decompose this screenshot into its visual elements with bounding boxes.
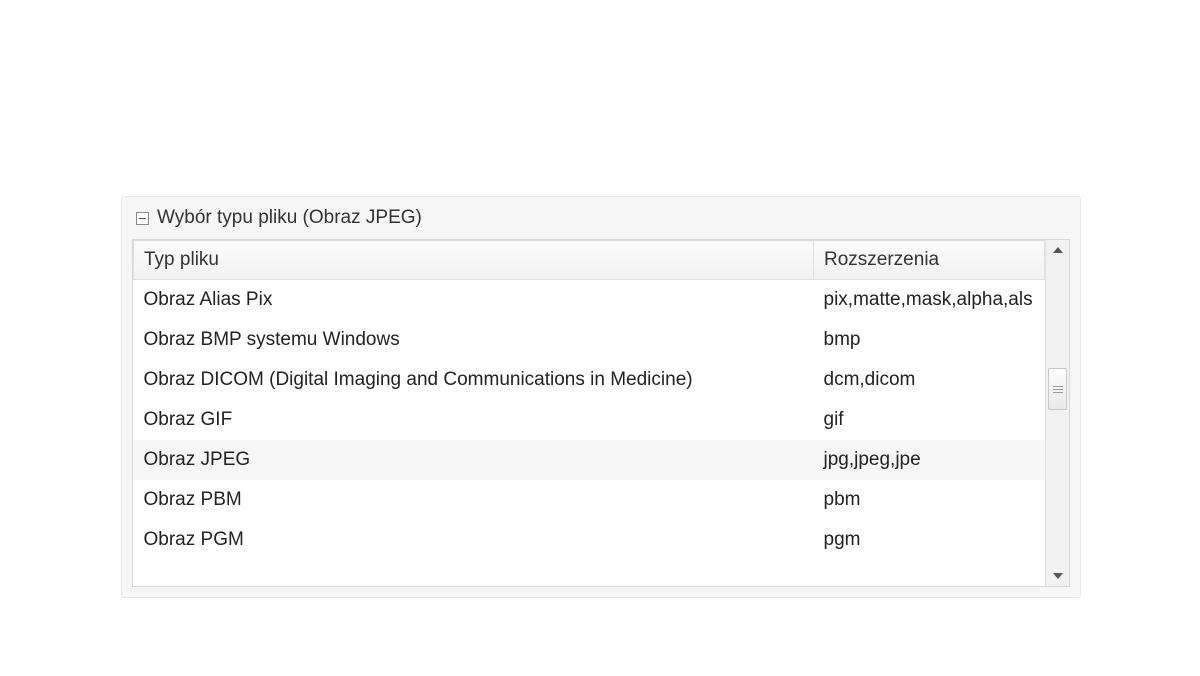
cell-type: Obraz PGM (134, 520, 814, 560)
cell-type: Obraz Alias Pix (134, 280, 814, 321)
cell-type: Obraz BMP systemu Windows (134, 320, 814, 360)
table-row[interactable]: Obraz PGMpgm (134, 520, 1045, 560)
scroll-down-button[interactable] (1046, 566, 1069, 586)
cell-ext: dcm,dicom (814, 360, 1045, 400)
chevron-down-icon (1053, 573, 1063, 579)
cell-ext: pix,matte,mask,alpha,als (814, 280, 1045, 321)
table-row[interactable]: Obraz PBMpbm (134, 480, 1045, 520)
panel-header: Wybór typu pliku (Obraz JPEG) (122, 197, 1080, 239)
cell-type: Obraz PBM (134, 480, 814, 520)
cell-type: Obraz JPEG (134, 440, 814, 480)
cell-ext: pbm (814, 480, 1045, 520)
cell-type: Obraz GIF (134, 400, 814, 440)
scroll-up-button[interactable] (1046, 240, 1069, 260)
cell-type: Obraz DICOM (Digital Imaging and Communi… (134, 360, 814, 400)
table-row[interactable]: Obraz Alias Pixpix,matte,mask,alpha,als (134, 280, 1045, 321)
table-row[interactable]: Obraz BMP systemu Windowsbmp (134, 320, 1045, 360)
file-type-listview: Typ pliku Rozszerzenia Obraz Alias Pixpi… (132, 239, 1070, 587)
cell-ext: gif (814, 400, 1045, 440)
scroll-thumb[interactable] (1048, 368, 1067, 410)
scrollbar-vertical[interactable] (1045, 240, 1069, 586)
column-header-type[interactable]: Typ pliku (134, 241, 814, 280)
column-header-ext[interactable]: Rozszerzenia (814, 241, 1045, 280)
chevron-up-icon (1053, 247, 1063, 253)
cell-ext: pgm (814, 520, 1045, 560)
table-row[interactable]: Obraz JPEGjpg,jpeg,jpe (134, 440, 1045, 480)
panel-title: Wybór typu pliku (Obraz JPEG) (157, 207, 422, 229)
collapse-icon[interactable] (136, 212, 149, 225)
table-row[interactable]: Obraz GIFgif (134, 400, 1045, 440)
file-type-panel: Wybór typu pliku (Obraz JPEG) Typ pliku … (121, 196, 1081, 598)
grip-icon (1053, 386, 1063, 393)
cell-ext: bmp (814, 320, 1045, 360)
cell-ext: jpg,jpeg,jpe (814, 440, 1045, 480)
table-row[interactable]: Obraz DICOM (Digital Imaging and Communi… (134, 360, 1045, 400)
